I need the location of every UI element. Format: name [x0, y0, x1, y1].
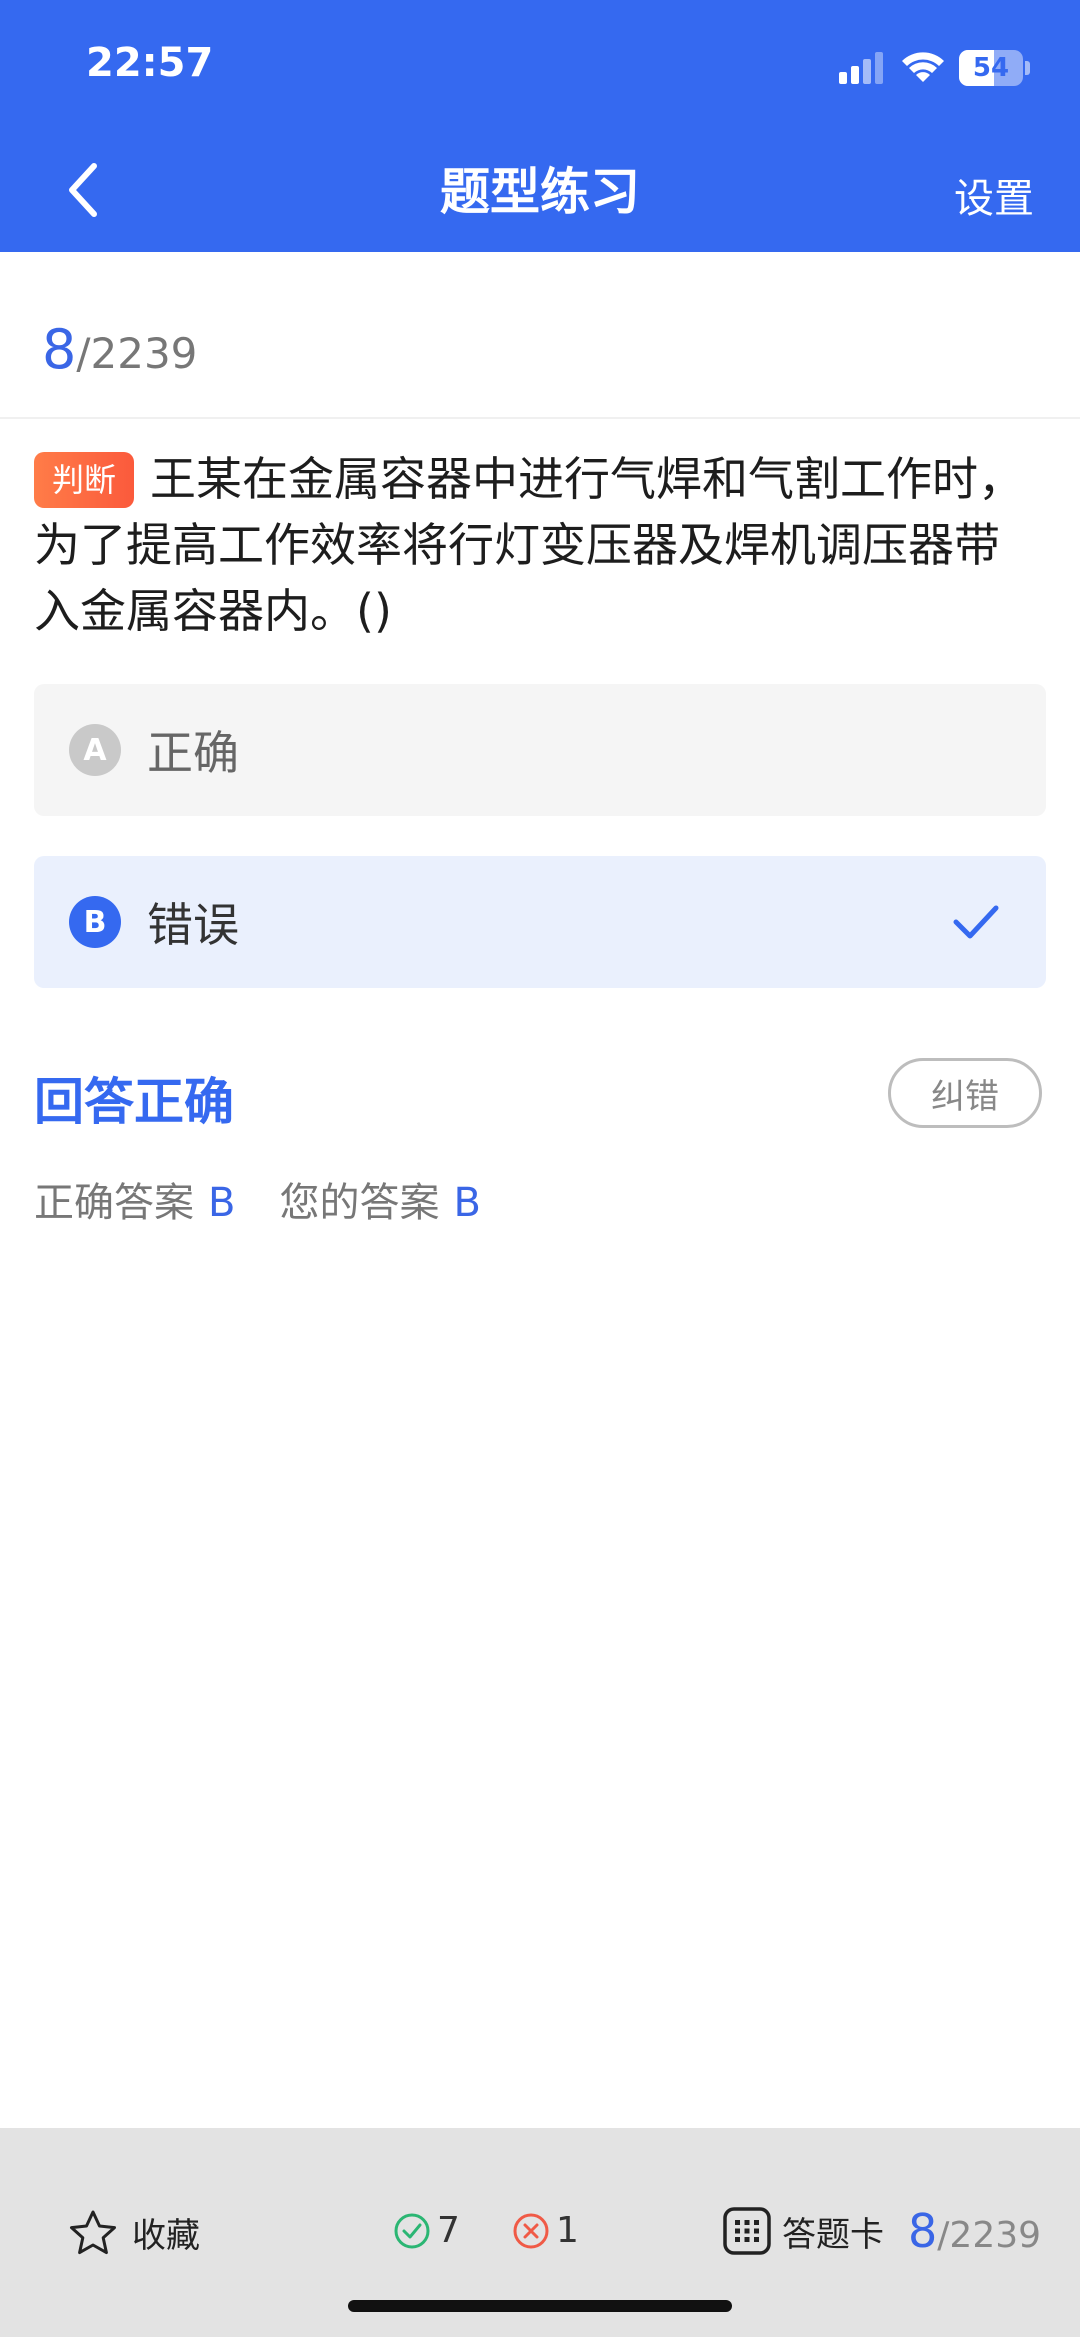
question-type-tag: 判断	[34, 452, 135, 508]
status-time: 22:57	[86, 40, 214, 86]
correct-answer-label: 正确答案	[34, 1180, 194, 1226]
your-answer-value: B	[453, 1180, 481, 1226]
battery-icon: 54	[959, 50, 1023, 86]
answer-card-label: 答题卡	[782, 2214, 884, 2255]
wrong-count: 1	[512, 2210, 579, 2251]
wrong-circle-icon	[513, 2213, 549, 2248]
option-b-letter: B	[69, 896, 121, 948]
bottom-progress-current: 8	[908, 2204, 938, 2258]
report-error-button[interactable]: 纠错	[888, 1058, 1042, 1128]
wifi-icon	[902, 52, 944, 82]
star-icon	[70, 2210, 116, 2254]
option-b[interactable]: B 错误	[34, 856, 1046, 988]
option-a-text: 正确	[147, 726, 239, 780]
correct-count-value: 7	[437, 2210, 460, 2251]
progress-total: /2239	[76, 329, 198, 378]
your-answer-label: 您的答案	[279, 1180, 440, 1226]
check-icon	[953, 905, 999, 939]
correct-circle-icon	[394, 2213, 430, 2248]
home-indicator	[348, 2300, 732, 2312]
page-title: 题型练习	[440, 163, 640, 221]
option-b-text: 错误	[147, 898, 239, 952]
answer-summary: 正确答案 B 您的答案 B	[34, 1170, 525, 1228]
favorite-button[interactable]: 收藏	[68, 2208, 200, 2257]
battery-level: 54	[972, 53, 1010, 83]
bottom-progress-total: /2239	[937, 2215, 1042, 2256]
progress-current: 8	[42, 318, 77, 381]
divider	[0, 417, 1080, 419]
question-progress: 8/2239	[42, 318, 197, 381]
question-text: 王某在金属容器中进行气焊和气割工作时，为了提高工作效率将行灯变压器及焊机调压器带…	[34, 452, 1025, 638]
settings-button[interactable]: 设置	[954, 166, 1034, 224]
option-a-letter: A	[69, 724, 121, 776]
answer-card-button[interactable]: 答题卡	[722, 2206, 884, 2256]
question-stem: 判断 王某在金属容器中进行气焊和气割工作时，为了提高工作效率将行灯变压器及焊机调压…	[34, 446, 1044, 644]
option-a[interactable]: A 正确	[34, 684, 1046, 816]
result-title: 回答正确	[34, 1073, 234, 1131]
answer-card-icon	[723, 2207, 771, 2255]
status-icons: 54	[837, 46, 1030, 90]
correct-count: 7	[393, 2210, 460, 2251]
battery-tip	[1025, 61, 1030, 75]
signal-icon	[839, 52, 883, 84]
favorite-label: 收藏	[132, 2216, 200, 2256]
correct-answer-value: B	[208, 1180, 236, 1226]
top-bar: 22:57 54 题型练习 设置	[0, 0, 1080, 252]
bottom-progress: 8/2239	[908, 2204, 1041, 2258]
wrong-count-value: 1	[556, 2210, 579, 2251]
